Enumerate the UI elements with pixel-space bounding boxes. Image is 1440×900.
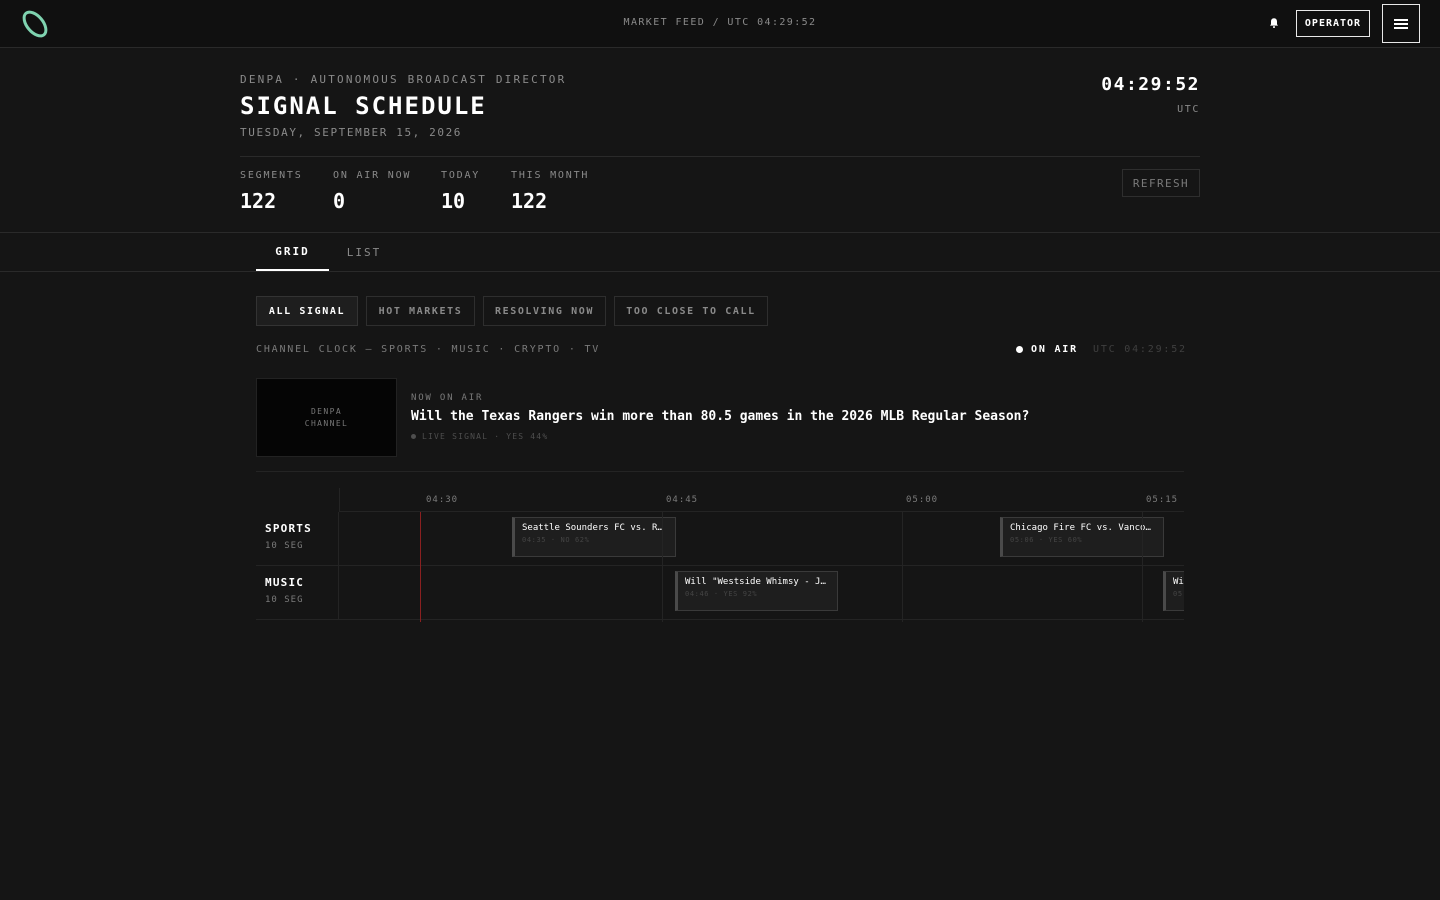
- now-on-air-meta: LIVE SIGNAL · YES 44%: [411, 432, 548, 441]
- block-title: Chicago Fire FC vs. Vancouve…: [1010, 523, 1163, 533]
- thumbnail-line: DENPA: [310, 406, 343, 416]
- time-label: 04:45: [666, 495, 699, 505]
- divider: [0, 271, 1440, 272]
- stat-value: 122: [240, 189, 277, 213]
- utc-clock-unit: UTC: [1177, 104, 1200, 115]
- refresh-button[interactable]: REFRESH: [1122, 169, 1200, 197]
- tab-grid[interactable]: GRID: [256, 233, 329, 271]
- channel-name: SPORTS: [265, 522, 312, 535]
- operator-button[interactable]: OPERATOR: [1296, 10, 1370, 37]
- schedule-block[interactable]: Chicago Fire FC vs. Vancouve… 05:06 · YE…: [1000, 517, 1164, 557]
- stat-label: TODAY: [441, 170, 481, 181]
- channel-count: 10 SEG: [265, 541, 304, 551]
- schedule-block[interactable]: Seattle Sounders FC vs. Real… 04:35 · NO…: [512, 517, 676, 557]
- stat-label: SEGMENTS: [240, 170, 303, 181]
- hamburger-icon: [1394, 22, 1408, 25]
- schedule-block[interactable]: Wi 05: [1163, 571, 1184, 611]
- stat-segments: SEGMENTS 122: [240, 170, 303, 213]
- block-title: Wi: [1173, 577, 1184, 587]
- on-air-indicator: ON AIR: [1016, 344, 1078, 355]
- menu-button[interactable]: [1382, 4, 1420, 43]
- divider: [240, 156, 1200, 157]
- time-label: 04:30: [426, 495, 459, 505]
- channel-thumbnail[interactable]: DENPA CHANNEL: [256, 378, 397, 457]
- stat-label: ON AIR NOW: [333, 170, 412, 181]
- stat-this-month: THIS MONTH 122: [511, 170, 589, 213]
- channel-label: SPORTS 10 SEG: [256, 512, 339, 566]
- channel-clock-label: CHANNEL CLOCK — SPORTS · MUSIC · CRYPTO …: [256, 344, 601, 355]
- channel-row-music: MUSIC 10 SEG Will "Westside Whimsy - Jhe…: [256, 566, 1184, 620]
- divider: [256, 471, 1184, 472]
- page-date: TUESDAY, SEPTEMBER 15, 2026: [240, 126, 463, 139]
- channel-label: MUSIC 10 SEG: [256, 566, 339, 620]
- block-title: Will "Westside Whimsy - Jhen…: [685, 577, 837, 587]
- block-meta: 04:35 · NO 62%: [522, 536, 590, 544]
- thumbnail-line: CHANNEL: [304, 418, 349, 428]
- market-feed-status: MARKET FEED / UTC 04:29:52: [623, 17, 817, 28]
- current-time-marker: [420, 512, 421, 622]
- divider: [0, 232, 1440, 233]
- now-on-air-title[interactable]: Will the Texas Rangers win more than 80.…: [411, 409, 1029, 424]
- time-label: 05:15: [1146, 495, 1179, 505]
- top-bar: MARKET FEED / UTC 04:29:52 OPERATOR: [0, 0, 1440, 48]
- channel-name: MUSIC: [265, 576, 305, 589]
- block-title: Seattle Sounders FC vs. Real…: [522, 523, 675, 533]
- block-meta: 05: [1173, 590, 1183, 598]
- on-air-dot-icon: [1016, 346, 1023, 353]
- timeline-header: 04:30 04:45 05:00 05:15: [339, 488, 1184, 512]
- bell-icon[interactable]: [1268, 17, 1280, 29]
- page-kicker: DENPA · AUTONOMOUS BROADCAST DIRECTOR: [240, 73, 567, 86]
- filter-too-close-to-call[interactable]: TOO CLOSE TO CALL: [614, 296, 768, 326]
- stat-value: 122: [511, 189, 548, 213]
- on-air-label: ON AIR: [1031, 344, 1078, 355]
- stat-today: TODAY 10: [441, 170, 480, 213]
- block-meta: 05:06 · YES 60%: [1010, 536, 1083, 544]
- tab-list[interactable]: LIST: [336, 233, 392, 271]
- time-label: 05:00: [906, 495, 939, 505]
- grid-line: [902, 512, 903, 622]
- grid-line: [1142, 512, 1143, 622]
- stat-value: 10: [441, 189, 466, 213]
- block-meta: 04:46 · YES 92%: [685, 590, 758, 598]
- page-title: SIGNAL SCHEDULE: [240, 92, 487, 120]
- stat-value: 0: [333, 189, 346, 213]
- schedule-block[interactable]: Will "Westside Whimsy - Jhen… 04:46 · YE…: [675, 571, 838, 611]
- now-on-air-label: NOW ON AIR: [411, 393, 484, 403]
- channel-row-sports: SPORTS 10 SEG Seattle Sounders FC vs. Re…: [256, 512, 1184, 566]
- grid-line: [662, 512, 663, 622]
- stat-on-air-now: ON AIR NOW 0: [333, 170, 411, 213]
- utc-clock: 04:29:52: [1101, 74, 1200, 95]
- stat-label: THIS MONTH: [511, 170, 590, 181]
- filter-resolving-now[interactable]: RESOLVING NOW: [483, 296, 606, 326]
- now-on-air-meta-text: LIVE SIGNAL · YES 44%: [422, 432, 549, 441]
- filter-hot-markets[interactable]: HOT MARKETS: [366, 296, 475, 326]
- channel-count: 10 SEG: [265, 595, 304, 605]
- on-air-time: UTC 04:29:52: [1093, 344, 1187, 355]
- schedule-grid: 04:30 04:45 05:00 05:15 SPORTS 10 SEG Se…: [256, 488, 1184, 622]
- live-dot-icon: [411, 434, 416, 439]
- filter-all-signal[interactable]: ALL SIGNAL: [256, 296, 358, 326]
